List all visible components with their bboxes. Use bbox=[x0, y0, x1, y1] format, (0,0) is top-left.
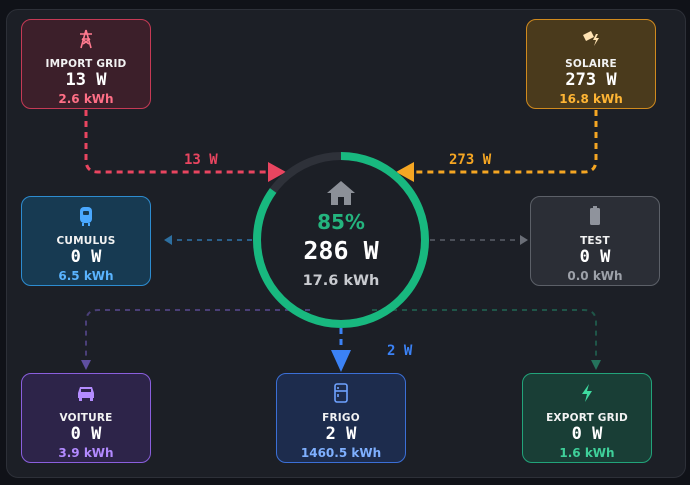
test-node[interactable]: TEST 0 W 0.0 kWh bbox=[530, 196, 660, 286]
solar-node[interactable]: SOLAIRE 273 W 16.8 kWh bbox=[526, 19, 656, 109]
lightning-icon bbox=[523, 382, 651, 404]
fridge-power: 2 W bbox=[325, 424, 357, 444]
fridge-flow-label: 2 W bbox=[387, 343, 413, 359]
fridge-node[interactable]: FRIGO 2 W 1460.5 kWh bbox=[276, 373, 406, 463]
car-label: VOITURE bbox=[59, 412, 113, 424]
import-grid-energy: 2.6 kWh bbox=[58, 92, 114, 106]
fridge-flow-arrow bbox=[331, 350, 351, 372]
export-grid-label: EXPORT GRID bbox=[546, 412, 628, 424]
test-energy: 0.0 kWh bbox=[567, 269, 623, 283]
test-power: 0 W bbox=[579, 247, 611, 267]
solar-label: SOLAIRE bbox=[565, 58, 617, 70]
cumulus-node[interactable]: CUMULUS 0 W 6.5 kWh bbox=[21, 196, 151, 286]
car-power: 0 W bbox=[70, 424, 102, 444]
export-grid-node[interactable]: EXPORT GRID 0 W 1.6 kWh bbox=[522, 373, 652, 463]
cumulus-power: 0 W bbox=[70, 247, 102, 267]
test-flow-arrow bbox=[520, 235, 528, 245]
solar-flow-label: 273 W bbox=[449, 152, 492, 168]
grid-flow-line bbox=[84, 110, 268, 174]
home-energy: 17.6 kWh bbox=[302, 273, 380, 289]
car-icon bbox=[22, 382, 150, 404]
water-heater-icon bbox=[22, 205, 150, 227]
fridge-energy: 1460.5 kWh bbox=[300, 446, 382, 460]
car-node[interactable]: VOITURE 0 W 3.9 kWh bbox=[21, 373, 151, 463]
import-grid-power: 13 W bbox=[65, 70, 107, 90]
cumulus-energy: 6.5 kWh bbox=[58, 269, 114, 283]
car-flow-arrow bbox=[81, 360, 91, 370]
import-grid-label: IMPORT GRID bbox=[45, 58, 127, 70]
car-energy: 3.9 kWh bbox=[58, 446, 114, 460]
car-flow-line bbox=[85, 309, 310, 362]
test-label: TEST bbox=[580, 235, 610, 247]
solar-panel-icon bbox=[527, 28, 655, 50]
home-power[interactable]: 286 W bbox=[280, 236, 402, 265]
battery-icon bbox=[531, 205, 659, 227]
cumulus-flow-arrow bbox=[164, 235, 172, 245]
solar-power: 273 W bbox=[565, 70, 617, 90]
transmission-tower-icon bbox=[22, 28, 150, 50]
solar-energy: 16.8 kWh bbox=[559, 92, 623, 106]
export-flow-arrow bbox=[591, 360, 601, 370]
grid-flow-label: 13 W bbox=[184, 152, 218, 168]
import-grid-node[interactable]: IMPORT GRID 13 W 2.6 kWh bbox=[21, 19, 151, 109]
home-icon bbox=[326, 180, 356, 210]
home-self-sufficiency: 85% bbox=[317, 210, 365, 234]
fridge-label: FRIGO bbox=[322, 412, 360, 424]
solar-flow-line bbox=[414, 110, 598, 174]
export-grid-power: 0 W bbox=[571, 424, 603, 444]
export-grid-energy: 1.6 kWh bbox=[559, 446, 615, 460]
fridge-icon bbox=[277, 382, 405, 404]
cumulus-label: CUMULUS bbox=[56, 235, 116, 247]
